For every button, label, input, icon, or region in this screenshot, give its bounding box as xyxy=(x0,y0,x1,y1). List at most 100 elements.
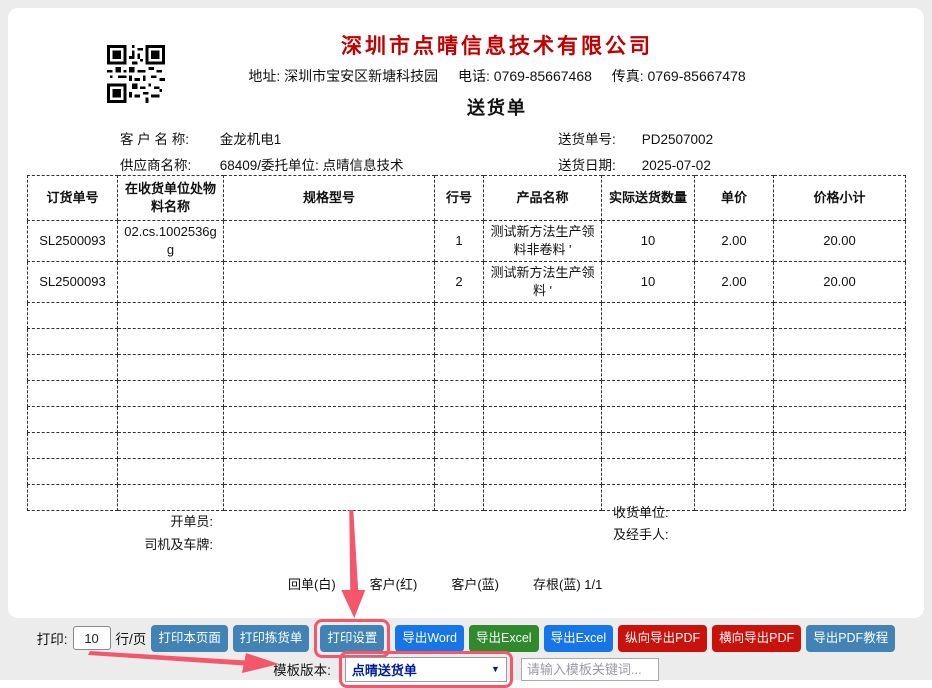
column-header: 产品名称 xyxy=(484,176,602,221)
table-empty-cell xyxy=(28,303,118,329)
table-empty-cell xyxy=(224,407,435,433)
table-empty-cell xyxy=(435,381,484,407)
table-empty-cell xyxy=(28,329,118,355)
table-empty-cell xyxy=(28,459,118,485)
table-cell xyxy=(224,262,435,303)
company-phone: 电话: 0769-85667468 xyxy=(458,68,592,84)
table-empty-cell xyxy=(602,355,695,381)
column-header: 订货单号 xyxy=(28,176,118,221)
template-toolbar: 模板版本: 点晴送货单 ▼ xyxy=(0,652,932,686)
table-cell: 10 xyxy=(602,262,695,303)
table-empty-cell xyxy=(435,329,484,355)
table-cell: 20.00 xyxy=(774,221,906,262)
table-empty-cell xyxy=(224,485,435,511)
table-cell: 1 xyxy=(435,221,484,262)
template-keyword-input[interactable] xyxy=(521,658,659,681)
table-empty-cell xyxy=(484,381,602,407)
table-empty-cell xyxy=(118,407,224,433)
delivery-date-label: 送货日期: xyxy=(558,154,638,174)
table-empty-cell xyxy=(695,433,774,459)
table-empty-cell xyxy=(484,407,602,433)
table-empty-cell xyxy=(602,433,695,459)
table-row: SL25000932测试新方法生产领料 '102.0020.00 xyxy=(28,262,906,303)
template-select[interactable]: 点晴送货单 ▼ xyxy=(345,657,507,682)
delivery-no-value: PD2507002 xyxy=(642,132,713,147)
rows-unit-label: 行/页 xyxy=(116,628,147,648)
table-empty-cell xyxy=(435,459,484,485)
table-empty-cell xyxy=(774,459,906,485)
customer-label: 客 户 名 称: xyxy=(120,128,216,148)
document-title: 送货单 xyxy=(70,94,924,120)
table-cell xyxy=(118,262,224,303)
table-cell: 测试新方法生产领料 ' xyxy=(484,262,602,303)
table-empty-cell xyxy=(118,329,224,355)
table-empty-cell xyxy=(118,303,224,329)
table-empty-cell xyxy=(774,407,906,433)
table-empty-row xyxy=(28,485,906,511)
table-empty-cell xyxy=(774,485,906,511)
table-empty-cell xyxy=(695,381,774,407)
column-header: 实际送货数量 xyxy=(602,176,695,221)
customer-row: 客 户 名 称: 金龙机电1 xyxy=(120,128,281,148)
table-empty-cell xyxy=(774,355,906,381)
table-header-row: 订货单号在收货单位处物料名称规格型号行号产品名称实际送货数量单价价格小计 xyxy=(28,176,906,221)
print-page-button[interactable]: 打印本页面 xyxy=(151,625,228,652)
export-word-button[interactable]: 导出Word xyxy=(395,625,464,652)
table-empty-cell xyxy=(28,355,118,381)
export-excel-blue-button[interactable]: 导出Excel xyxy=(544,625,614,652)
table-empty-cell xyxy=(695,303,774,329)
signature-right: 收货单位: 及经手人: xyxy=(613,502,669,546)
table-empty-cell xyxy=(118,355,224,381)
column-header: 价格小计 xyxy=(774,176,906,221)
table-empty-row xyxy=(28,381,906,407)
table-empty-cell xyxy=(435,407,484,433)
table-empty-cell xyxy=(695,407,774,433)
column-header: 规格型号 xyxy=(224,176,435,221)
company-name: 深圳市点晴信息技术有限公司 xyxy=(70,30,924,60)
print-picking-button[interactable]: 打印拣货单 xyxy=(233,625,310,652)
print-settings-button[interactable]: 打印设置 xyxy=(320,625,384,652)
table-empty-cell xyxy=(602,381,695,407)
copy-stub: 存根(蓝) 1/1 xyxy=(533,574,602,593)
table-cell: SL2500093 xyxy=(28,262,118,303)
chevron-down-icon: ▼ xyxy=(491,664,500,674)
table-empty-cell xyxy=(484,329,602,355)
table-cell: 2.00 xyxy=(695,221,774,262)
receiver-label: 收货单位: xyxy=(613,502,669,524)
table-empty-cell xyxy=(224,329,435,355)
table-empty-cell xyxy=(484,485,602,511)
customer-value: 金龙机电1 xyxy=(220,132,282,147)
table-empty-cell xyxy=(224,355,435,381)
copy-white: 回单(白) xyxy=(288,574,336,593)
export-pdf-tutorial-button[interactable]: 导出PDF教程 xyxy=(806,625,895,652)
table-empty-cell xyxy=(774,433,906,459)
template-version-label: 模板版本: xyxy=(273,659,331,679)
delivery-date-row: 送货日期: 2025-07-02 xyxy=(558,154,711,174)
table-empty-cell xyxy=(774,381,906,407)
clerk-label: 开单员: xyxy=(103,510,213,533)
export-excel-green-button[interactable]: 导出Excel xyxy=(469,625,539,652)
table-cell: 20.00 xyxy=(774,262,906,303)
table-empty-cell xyxy=(602,329,695,355)
company-fax: 传真: 0769-85667478 xyxy=(612,68,746,84)
template-select-highlight: 点晴送货单 ▼ xyxy=(339,651,513,688)
signature-left: 开单员: 司机及车牌: xyxy=(103,510,213,556)
table-empty-cell xyxy=(695,459,774,485)
table-empty-cell xyxy=(695,355,774,381)
table-empty-cell xyxy=(484,355,602,381)
table-empty-cell xyxy=(118,433,224,459)
column-header: 单价 xyxy=(695,176,774,221)
table-cell xyxy=(224,221,435,262)
column-header: 在收货单位处物料名称 xyxy=(118,176,224,221)
table-empty-cell xyxy=(602,303,695,329)
table-cell: 02.cs.1002536gg xyxy=(118,221,224,262)
table-cell: 10 xyxy=(602,221,695,262)
rows-per-page-input[interactable] xyxy=(73,626,111,650)
copy-blue: 客户(蓝) xyxy=(451,574,499,593)
export-pdf-landscape-button[interactable]: 横向导出PDF xyxy=(712,625,801,652)
table-empty-cell xyxy=(435,303,484,329)
supplier-label: 供应商名称: xyxy=(120,154,216,174)
table-empty-cell xyxy=(28,381,118,407)
handler-label: 及经手人: xyxy=(613,524,669,546)
export-pdf-portrait-button[interactable]: 纵向导出PDF xyxy=(618,625,707,652)
